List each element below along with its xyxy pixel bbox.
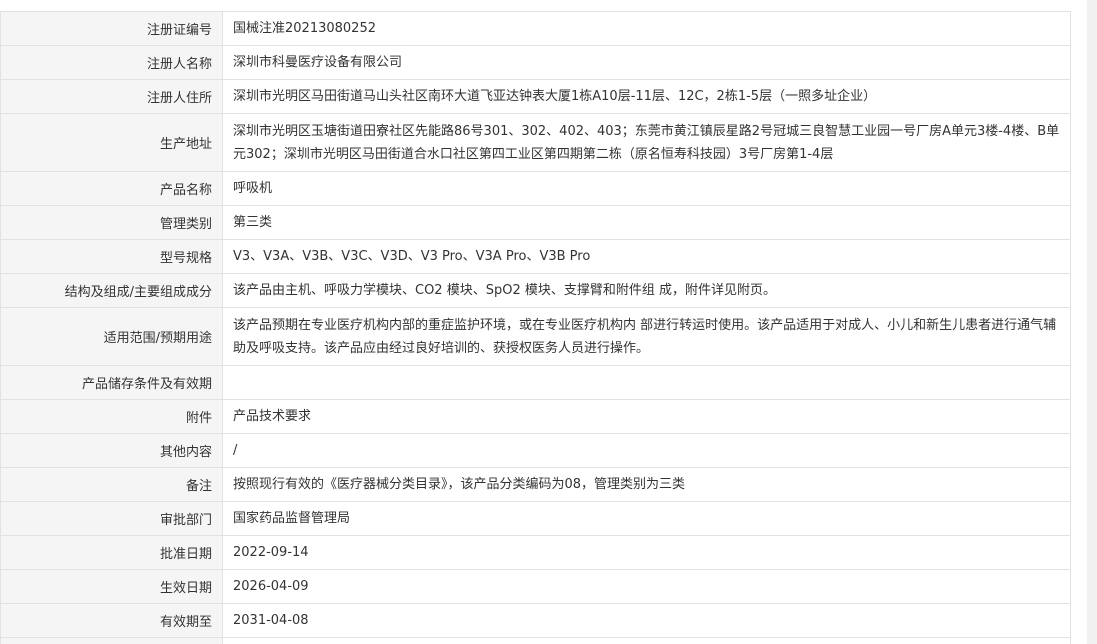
table-row: 生效日期 2026-04-09 (0, 569, 1071, 604)
field-value: 国家药品监督管理局 (222, 501, 1071, 536)
field-value: 深圳市科曼医疗设备有限公司 (222, 45, 1071, 80)
registration-detail-table: 注册证编号 国械注准20213080252 注册人名称 深圳市科曼医疗设备有限公… (0, 11, 1071, 644)
table-row: 适用范围/预期用途 该产品预期在专业医疗机构内部的重症监护环境，或在专业医疗机构… (0, 307, 1071, 366)
field-label: 审批部门 (0, 501, 223, 536)
table-row: 型号规格 V3、V3A、V3B、V3C、V3D、V3 Pro、V3A Pro、V… (0, 239, 1071, 274)
field-value: 该产品由主机、呼吸力学模块、CO2 模块、SpO2 模块、支撑臂和附件组 成，附… (222, 273, 1071, 308)
table-row: 其他内容 / (0, 433, 1071, 468)
field-label: 有效期至 (0, 603, 223, 638)
table-row: 有效期至 2031-04-08 (0, 603, 1071, 638)
field-label: 适用范围/预期用途 (0, 307, 223, 366)
table-row: 产品名称 呼吸机 (0, 171, 1071, 206)
table-row: 产品储存条件及有效期 (0, 365, 1071, 400)
field-value (222, 365, 1071, 400)
field-label: 注册证编号 (0, 11, 223, 46)
field-value: 产品技术要求 (222, 399, 1071, 434)
field-label: 生产地址 (0, 113, 223, 172)
table-row: 生产地址 深圳市光明区玉塘街道田寮社区先能路86号301、302、402、403… (0, 113, 1071, 172)
field-value: 第三类 (222, 205, 1071, 240)
field-label: 产品名称 (0, 171, 223, 206)
field-value: 2022-09-14 (222, 535, 1071, 570)
field-label: 产品储存条件及有效期 (0, 365, 223, 400)
table-row: 备注 按照现行有效的《医疗器械分类目录》，该产品分类编码为08，管理类别为三类 (0, 467, 1071, 502)
field-label: 备注 (0, 467, 223, 502)
field-value: 按照现行有效的《医疗器械分类目录》，该产品分类编码为08，管理类别为三类 (222, 467, 1071, 502)
field-label: 型号规格 (0, 239, 223, 274)
field-value: 呼吸机 (222, 171, 1071, 206)
vertical-scrollbar[interactable] (1087, 0, 1097, 644)
table-row: 注册人名称 深圳市科曼医疗设备有限公司 (0, 45, 1071, 80)
table-row: 注册证编号 国械注准20213080252 (0, 11, 1071, 46)
field-value: / (222, 433, 1071, 468)
field-label: 注册人名称 (0, 45, 223, 80)
registration-detail-page: 注册证编号 国械注准20213080252 注册人名称 深圳市科曼医疗设备有限公… (0, 0, 1097, 644)
table-row: 结构及组成/主要组成成分 该产品由主机、呼吸力学模块、CO2 模块、SpO2 模… (0, 273, 1071, 308)
field-label: 注册人住所 (0, 79, 223, 114)
field-value: 该产品预期在专业医疗机构内部的重症监护环境，或在专业医疗机构内 部进行转运时使用… (222, 307, 1071, 366)
table-row: 附件 产品技术要求 (0, 399, 1071, 434)
field-value: 2031-04-08 (222, 603, 1071, 638)
field-value (222, 637, 1071, 644)
field-label: 其他内容 (0, 433, 223, 468)
field-value: 2026-04-09 (222, 569, 1071, 604)
field-value: V3、V3A、V3B、V3C、V3D、V3 Pro、V3A Pro、V3B Pr… (222, 239, 1071, 274)
table-row: 管理类别 第三类 (0, 205, 1071, 240)
table-row (0, 637, 1071, 644)
field-label: 结构及组成/主要组成成分 (0, 273, 223, 308)
field-label: 批准日期 (0, 535, 223, 570)
field-label (0, 637, 223, 644)
table-row: 批准日期 2022-09-14 (0, 535, 1071, 570)
field-value: 国械注准20213080252 (222, 11, 1071, 46)
field-value: 深圳市光明区玉塘街道田寮社区先能路86号301、302、402、403；东莞市黄… (222, 113, 1071, 172)
field-label: 附件 (0, 399, 223, 434)
table-row: 注册人住所 深圳市光明区马田街道马山头社区南环大道飞亚达钟表大厦1栋A10层-1… (0, 79, 1071, 114)
field-label: 管理类别 (0, 205, 223, 240)
page-gutter (1071, 0, 1087, 644)
table-row: 审批部门 国家药品监督管理局 (0, 501, 1071, 536)
field-value: 深圳市光明区马田街道马山头社区南环大道飞亚达钟表大厦1栋A10层-11层、12C… (222, 79, 1071, 114)
field-label: 生效日期 (0, 569, 223, 604)
